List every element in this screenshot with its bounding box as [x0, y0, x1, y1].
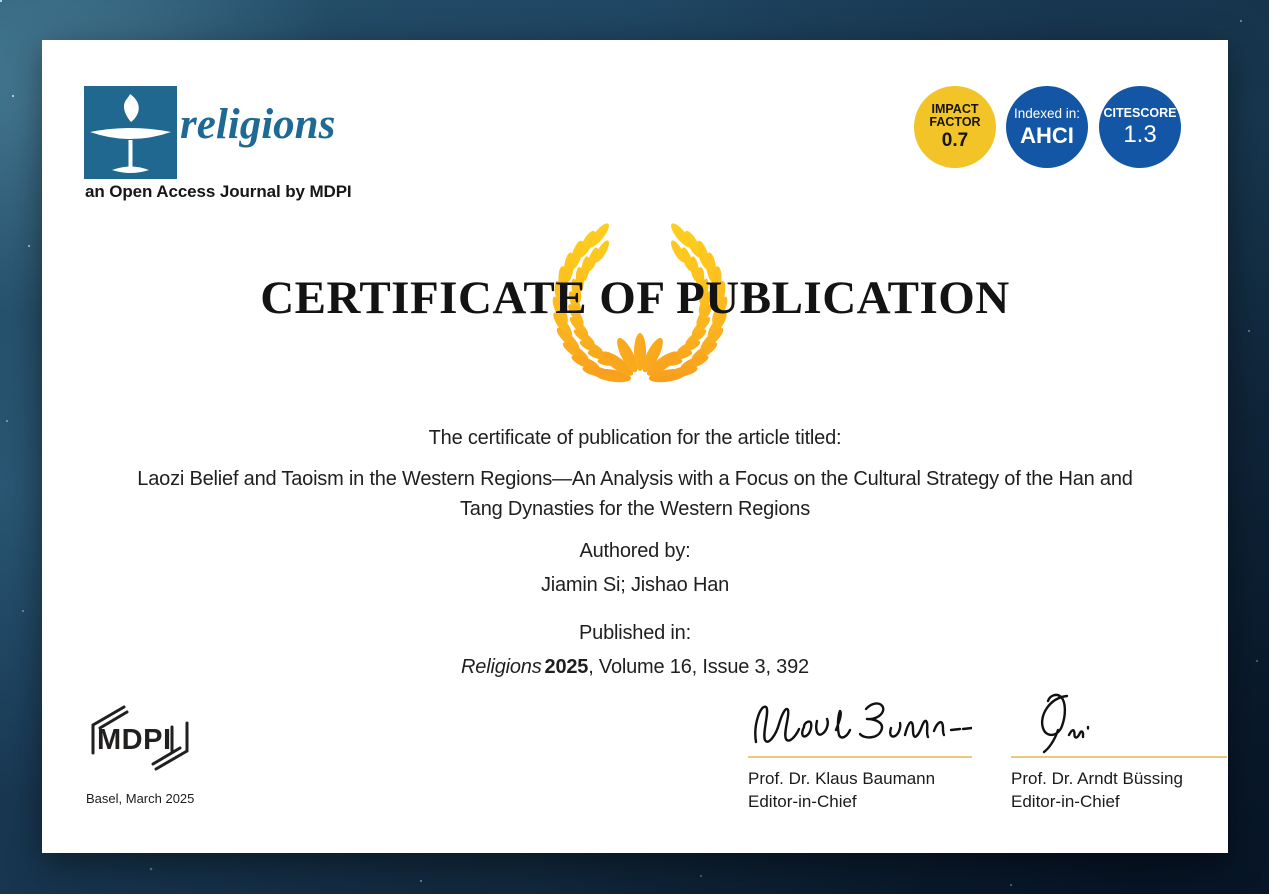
signature-klaus-baumann-icon: [748, 690, 972, 754]
signature-line: [748, 756, 972, 758]
signatory-role: Editor-in-Chief: [1011, 790, 1227, 813]
indexed-in-label: Indexed in:: [1014, 107, 1080, 121]
authors-line: Jiamin Si; Jishao Han: [42, 574, 1228, 597]
publication-details: , Volume 16, Issue 3, 392: [588, 656, 809, 678]
signature-block-arndt-buessing: Prof. Dr. Arndt Büssing Editor-in-Chief: [1011, 690, 1227, 813]
impact-factor-label-2: FACTOR: [929, 116, 980, 129]
article-title: Laozi Belief and Taoism in the Western R…: [130, 465, 1140, 524]
signatory-name: Prof. Dr. Arndt Büssing: [1011, 767, 1227, 790]
certificate-title: CERTIFICATE OF PUBLICATION: [42, 271, 1228, 325]
mdpi-logo-icon: MDPI: [82, 698, 198, 778]
impact-factor-value: 0.7: [942, 131, 968, 151]
signature-block-klaus-baumann: Prof. Dr. Klaus Baumann Editor-in-Chief: [748, 690, 972, 813]
citescore-value: 1.3: [1123, 122, 1156, 147]
intro-line: The certificate of publication for the a…: [42, 427, 1228, 450]
indexed-in-badge: Indexed in: AHCI: [1006, 86, 1088, 168]
signatory-name: Prof. Dr. Klaus Baumann: [748, 767, 972, 790]
publication-year: 2025: [545, 656, 589, 678]
journal-wordmark: religions: [180, 100, 335, 149]
published-in-label: Published in:: [42, 622, 1228, 645]
mdpi-logo-text: MDPI: [97, 724, 172, 756]
signatory-role: Editor-in-Chief: [748, 790, 972, 813]
place-date: Basel, March 2025: [86, 791, 194, 806]
citescore-label: CITESCORE: [1104, 107, 1177, 120]
publication-journal: Religions: [461, 656, 541, 678]
page-background: { "journal_header": { "logo_text": "reli…: [0, 0, 1269, 894]
impact-factor-badge: IMPACT FACTOR 0.7: [914, 86, 996, 168]
authored-by-label: Authored by:: [42, 540, 1228, 563]
publication-line: Religions2025, Volume 16, Issue 3, 392: [42, 656, 1228, 679]
citescore-badge: CITESCORE 1.3: [1099, 86, 1181, 168]
religions-chalice-logo-icon: [84, 86, 177, 179]
certificate-card: religions an Open Access Journal by MDPI…: [42, 40, 1228, 853]
signature-arndt-buessing-icon: [1011, 690, 1227, 754]
signature-line: [1011, 756, 1227, 758]
indexed-in-value: AHCI: [1020, 124, 1074, 147]
journal-tagline: an Open Access Journal by MDPI: [85, 182, 352, 202]
